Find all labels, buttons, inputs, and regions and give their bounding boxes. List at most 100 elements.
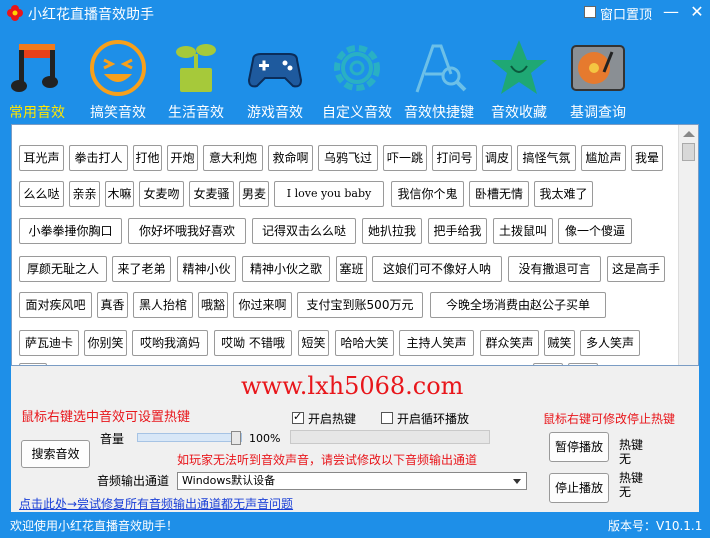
version-text: 版本号：V10.1.1 [608, 519, 703, 533]
sound-button[interactable]: 你过来啊 [233, 292, 292, 318]
sound-button[interactable]: 救命啊 [268, 145, 313, 171]
sound-button[interactable]: 支付宝到账500万元 [297, 292, 423, 318]
tab-label: 生活音效 [168, 105, 224, 121]
sound-button[interactable]: 女麦吻 [139, 181, 184, 207]
pin-window-label[interactable]: 窗口置顶 [600, 4, 652, 23]
sound-button[interactable]: 开炮 [167, 145, 198, 171]
sound-button[interactable]: 精神小伙之歌 [242, 256, 330, 282]
sound-button[interactable]: 精神小伙 [177, 256, 236, 282]
sound-button[interactable]: 今晚全场消费由赵公子买单 [430, 292, 606, 318]
tab-label: 搞笑音效 [90, 105, 146, 121]
sound-button[interactable]: 这娘们可不像好人呐 [372, 256, 502, 282]
sound-button[interactable]: 搞怪气氛 [517, 145, 576, 171]
sound-button[interactable]: 吓一跳 [383, 145, 427, 171]
sound-button[interactable]: 耳光声 [19, 145, 64, 171]
sound-button[interactable]: 厚颜无耻之人 [19, 256, 107, 282]
pin-window-checkbox[interactable] [584, 6, 596, 18]
sound-button[interactable]: 哦豁 [198, 292, 228, 318]
sound-button[interactable]: 我晕 [631, 145, 663, 171]
sound-button[interactable]: 多人笑声 [580, 330, 640, 356]
sound-button[interactable]: 小拳拳捶你胸口 [19, 218, 122, 244]
sound-button[interactable]: 我太难了 [534, 181, 593, 207]
star-icon [491, 40, 547, 94]
scroll-thumb[interactable] [682, 143, 695, 161]
volume-slider-handle[interactable] [231, 431, 241, 445]
enable-hotkey-label[interactable]: 开启热键 [308, 410, 356, 427]
watermark-url: www.lxh5068.com [241, 372, 464, 400]
sound-button[interactable]: 亲亲 [69, 181, 100, 207]
sound-button[interactable]: 打他 [133, 145, 162, 171]
sound-button[interactable]: 卧槽无情 [469, 181, 529, 207]
sound-button[interactable]: 打问号 [432, 145, 477, 171]
output-channel-select[interactable]: Windows默认设备 [177, 472, 527, 490]
chevron-down-icon [513, 479, 521, 484]
search-letter-icon [415, 44, 467, 93]
sound-button[interactable]: 这是高手 [607, 256, 665, 282]
record-player-icon [571, 45, 625, 91]
enable-hotkey-checkbox[interactable] [292, 410, 304, 424]
flower-logo-icon [7, 5, 23, 21]
tab-label: 自定义音效 [322, 105, 392, 121]
sound-button[interactable]: 男麦 [239, 181, 269, 207]
sound-button[interactable]: 萨瓦迪卡 [19, 330, 79, 356]
scroll-up-arrow-icon[interactable] [683, 131, 695, 137]
sound-button[interactable]: 么么哒 [19, 181, 64, 207]
tab-label: 音效快捷键 [404, 105, 474, 121]
tab-label: 游戏音效 [247, 105, 303, 121]
sound-button[interactable]: 贼笑 [544, 330, 575, 356]
vertical-scrollbar[interactable] [678, 125, 698, 365]
tab-custom-sounds[interactable]: 自定义音效 [316, 32, 398, 121]
sound-button[interactable]: 黑人抬棺 [133, 292, 193, 318]
tab-label: 音效收藏 [491, 105, 547, 121]
minimize-button[interactable]: — [662, 2, 680, 22]
sound-board: 耳光声 拳击打人 打他 开炮 意大利炮 救命啊 乌鸦飞过 吓一跳 打问号 调皮 … [11, 124, 699, 366]
tab-key-lookup[interactable]: 基调查询 [557, 32, 639, 121]
sound-button[interactable]: 主持人笑声 [399, 330, 474, 356]
sound-button[interactable]: 意大利炮 [203, 145, 263, 171]
sound-button[interactable]: 你好坏哦我好喜欢 [128, 218, 246, 244]
pause-button[interactable]: 暂停播放 [549, 432, 609, 462]
sound-button[interactable]: I love you baby [274, 181, 384, 207]
sound-button[interactable]: 塞班 [336, 256, 367, 282]
sound-button[interactable]: 乌鸦飞过 [318, 145, 378, 171]
hotkey-tip: 鼠标右键选中音效可设置热键 [21, 410, 191, 425]
sound-button[interactable]: 拳击打人 [69, 145, 128, 171]
tab-funny-sounds[interactable]: 搞笑音效 [77, 32, 159, 121]
tab-life-sounds[interactable]: 生活音效 [155, 32, 237, 121]
sound-button[interactable]: 你别笑 [84, 330, 127, 356]
volume-label: 音量 [100, 432, 125, 446]
sound-button[interactable]: 尴尬声 [581, 145, 626, 171]
sound-button[interactable]: 调皮 [482, 145, 512, 171]
control-panel: www.lxh5068.com 鼠标右键选中音效可设置热键 开启热键 开启循环播… [11, 366, 699, 512]
sound-button[interactable]: 真香 [97, 292, 128, 318]
sound-button[interactable]: 女麦骚 [189, 181, 234, 207]
tab-favorites[interactable]: 音效收藏 [478, 32, 560, 121]
sound-button[interactable]: 哎呦 不错哦 [214, 330, 292, 356]
tab-label: 基调查询 [570, 105, 626, 121]
tab-common-sounds[interactable]: 常用音效 [0, 32, 78, 121]
sound-button[interactable]: 像一个傻逼 [558, 218, 632, 244]
sound-button[interactable]: 记得双击么么哒 [252, 218, 356, 244]
sound-button[interactable]: 她扒拉我 [362, 218, 422, 244]
volume-slider[interactable] [137, 431, 242, 445]
fix-audio-link[interactable]: 点击此处→尝试修复所有音频输出通道都无声音问题 [19, 495, 293, 512]
output-warning: 如玩家无法听到音效声音，请尝试修改以下音频输出通道 [177, 453, 478, 467]
search-sound-button[interactable]: 搜索音效 [21, 440, 90, 468]
sound-button[interactable]: 土拨鼠叫 [493, 218, 553, 244]
stop-button[interactable]: 停止播放 [549, 473, 609, 503]
sound-button[interactable]: 没有撒退可言 [508, 256, 601, 282]
sound-button[interactable]: 来了老弟 [112, 256, 171, 282]
sound-button[interactable]: 面对疾风吧 [19, 292, 92, 318]
sound-button[interactable]: 把手给我 [428, 218, 487, 244]
sound-button[interactable]: 群众笑声 [480, 330, 539, 356]
sound-button[interactable]: 哈哈大笑 [335, 330, 394, 356]
sound-button[interactable]: 木嘛 [105, 181, 134, 207]
loop-play-label[interactable]: 开启循环播放 [397, 410, 469, 427]
sound-button[interactable]: 哎哟我滴妈 [132, 330, 208, 356]
loop-play-checkbox[interactable] [381, 412, 393, 424]
close-button[interactable]: ✕ [688, 2, 706, 22]
tab-game-sounds[interactable]: 游戏音效 [234, 32, 316, 121]
sound-button[interactable]: 我信你个鬼 [391, 181, 464, 207]
sound-button[interactable]: 短笑 [298, 330, 329, 356]
tab-hotkey-settings[interactable]: 音效快捷键 [398, 32, 480, 121]
